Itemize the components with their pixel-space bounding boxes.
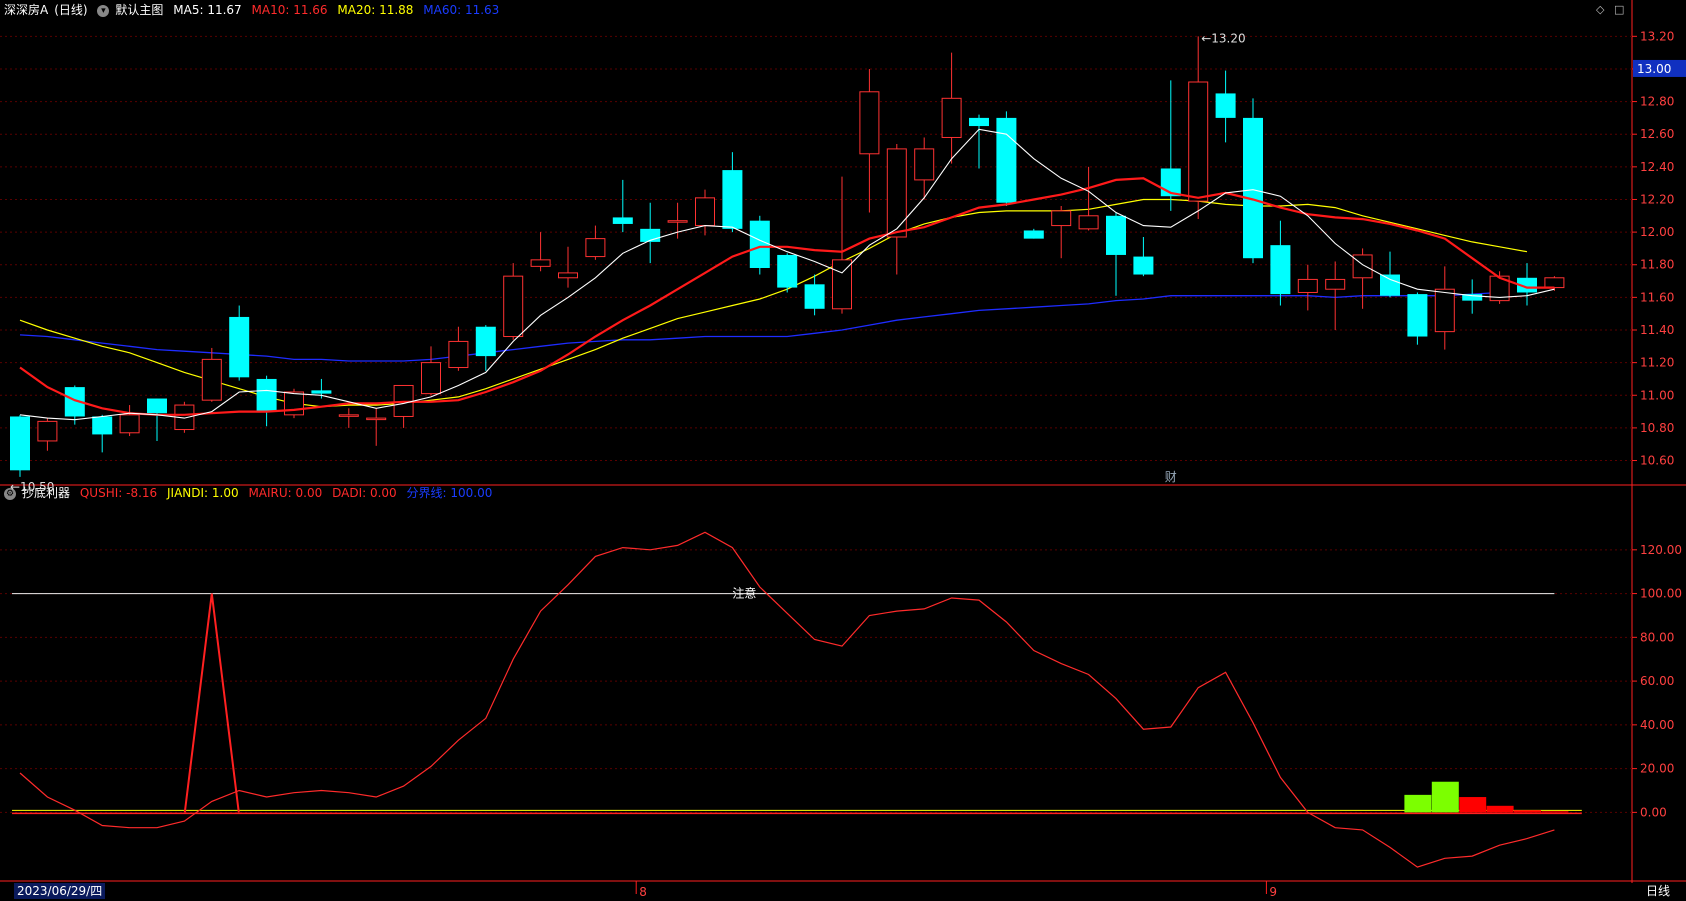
candle-body	[722, 170, 743, 229]
candle-body	[1133, 256, 1154, 275]
candle-body	[366, 417, 387, 421]
candle-body	[1325, 278, 1346, 290]
candle-body	[1297, 278, 1318, 293]
signal-bar	[1486, 805, 1514, 813]
y-tick-label: 12.40	[1640, 160, 1674, 174]
y-tick-label: 11.40	[1640, 323, 1674, 337]
candle-body	[475, 326, 496, 357]
candle-body	[119, 414, 140, 434]
candle-body	[1106, 215, 1126, 255]
candle-body	[147, 398, 167, 414]
candle-body	[667, 220, 688, 223]
candle-body	[1544, 277, 1565, 289]
candle-body	[1243, 117, 1263, 259]
candle-body	[1215, 93, 1236, 118]
y-tick-label: 0.00	[1640, 805, 1667, 819]
candle-body	[558, 272, 578, 279]
candle-body	[256, 378, 277, 412]
month-label: 9	[1269, 885, 1277, 899]
candle-body	[37, 420, 58, 442]
signal-bar	[1514, 810, 1541, 813]
y-tick-label: 11.20	[1640, 356, 1674, 370]
candle-body	[92, 416, 113, 435]
candle-body	[421, 362, 441, 395]
y-tick-label: 40.00	[1640, 718, 1674, 732]
candle-body	[1188, 81, 1209, 202]
candle-body	[1078, 215, 1099, 230]
candle-body	[832, 259, 852, 310]
candle-body	[695, 197, 715, 227]
signal-bar	[1541, 811, 1569, 813]
candle-body	[804, 284, 825, 309]
candle-body	[1352, 254, 1373, 279]
y-tick-label: 11.80	[1640, 258, 1674, 272]
candle-body	[859, 91, 880, 155]
y-tick-label: 13.20	[1640, 29, 1674, 43]
candle-body	[1407, 294, 1428, 337]
candle-body	[1434, 288, 1455, 333]
high-price-label: ←13.20	[1201, 31, 1245, 45]
qushi-line	[19, 531, 1555, 868]
signal-bar	[1459, 797, 1487, 813]
candle-body	[941, 97, 962, 138]
jiandi-spike	[183, 593, 240, 813]
candle-body	[1270, 245, 1291, 295]
current-price-label: 13.00	[1637, 62, 1671, 76]
date-readout: 2023/06/29/四	[14, 883, 106, 899]
finance-marker: 财	[1165, 470, 1177, 484]
candle-body	[201, 358, 222, 401]
y-tick-label: 12.00	[1640, 225, 1674, 239]
candle-body	[1051, 210, 1072, 227]
candle-body	[612, 217, 633, 224]
candle-body	[338, 414, 359, 417]
y-tick-label: 12.80	[1640, 95, 1674, 109]
y-tick-label: 10.80	[1640, 421, 1674, 435]
y-tick-label: 20.00	[1640, 762, 1674, 776]
month-label: 8	[639, 885, 647, 899]
annotation-label: 注意	[732, 586, 756, 601]
signal-bar	[1404, 794, 1432, 813]
y-tick-label: 80.00	[1640, 630, 1674, 644]
candle-body	[777, 254, 798, 288]
y-tick-label: 60.00	[1640, 674, 1674, 688]
period-button[interactable]: 日线	[1646, 883, 1670, 899]
candle-body	[1380, 274, 1400, 296]
y-tick-label: 12.20	[1640, 192, 1674, 206]
low-price-label: ←10.50	[10, 480, 54, 494]
candle-body	[914, 148, 935, 181]
y-tick-label: 11.60	[1640, 290, 1674, 304]
candle-body	[311, 390, 332, 394]
y-tick-label: 120.00	[1640, 543, 1682, 557]
signal-bar	[1431, 781, 1459, 813]
candle-body	[530, 259, 551, 267]
stock-chart[interactable]: 13.20 13.00 12.80 12.60 12.40 12.20 12.00 11.80…	[0, 0, 1686, 901]
candle-body	[969, 117, 989, 127]
candle-body	[448, 340, 469, 369]
y-tick-label: 12.60	[1640, 127, 1674, 141]
y-tick-label: 11.00	[1640, 388, 1674, 402]
candle-body	[996, 117, 1017, 203]
candle-body	[749, 220, 770, 268]
y-tick-label: 100.00	[1640, 587, 1682, 601]
candle-body	[503, 275, 524, 338]
candle-body	[284, 391, 304, 416]
candle-body	[1023, 230, 1044, 239]
candle-body	[229, 316, 250, 378]
candle-body	[10, 416, 30, 471]
y-tick-label: 10.60	[1640, 454, 1674, 468]
candle-body	[585, 238, 606, 258]
candle-body	[886, 148, 907, 238]
